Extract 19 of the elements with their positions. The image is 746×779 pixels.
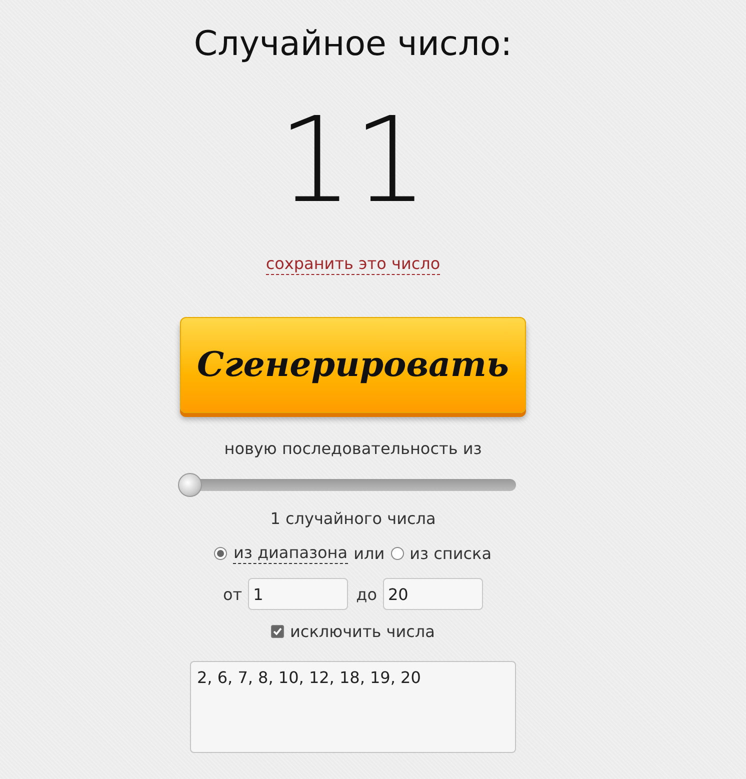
sequence-label: новую последовательность из [224, 439, 482, 459]
from-label: от [223, 584, 242, 604]
page-title: Случайное число: [194, 23, 512, 66]
separator-text: или [354, 544, 385, 563]
excluded-numbers-field[interactable]: 2, 6, 7, 8, 10, 12, 18, 19, 20 [190, 661, 516, 753]
to-field[interactable]: 20 [382, 578, 483, 610]
to-label: до [356, 584, 377, 604]
option-label[interactable]: из списка [410, 544, 492, 564]
count-label: 1 случайного числа [270, 509, 436, 529]
exclude-label: исключить числа [290, 622, 435, 641]
exclude-checkbox[interactable] [271, 625, 284, 638]
from-field[interactable]: 1 [248, 578, 348, 610]
option-label[interactable]: из диапазона [233, 543, 348, 564]
random-number: 11 [278, 100, 428, 220]
radio-button[interactable] [214, 547, 228, 560]
radio-button[interactable] [390, 547, 404, 560]
count-slider[interactable] [178, 473, 518, 497]
save-number-link[interactable]: сохранить это число [266, 254, 440, 275]
slider-thumb[interactable] [178, 473, 202, 497]
